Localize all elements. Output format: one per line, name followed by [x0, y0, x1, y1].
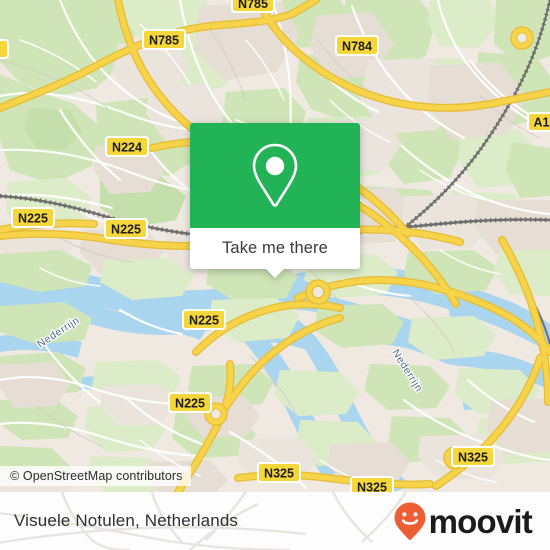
svg-text:N785: N785: [149, 34, 179, 48]
callout-action-area[interactable]: Take me there: [190, 228, 360, 278]
road-shield-n225-centre: N225: [182, 309, 226, 330]
take-me-there-label: Take me there: [222, 239, 328, 257]
road-shield-n225-south: N225: [168, 392, 212, 413]
take-me-there-callout[interactable]: Take me there: [190, 123, 360, 278]
bottom-info-bar: Visuele Notulen, Netherlands moovit: [0, 492, 550, 550]
road-shield-a12: A12: [527, 112, 550, 132]
road-shield-left-clipped: 4: [0, 39, 9, 59]
map-pin-icon: [252, 143, 298, 207]
callout-icon-area: [190, 123, 360, 228]
osm-attribution-text: © OpenStreetMap contributors: [10, 469, 183, 483]
moovit-brand-logo[interactable]: moovit: [393, 501, 533, 541]
svg-text:N325: N325: [357, 481, 387, 493]
road-shield-n224: N224: [105, 136, 149, 157]
road-shield-n325-mid: N325: [350, 476, 394, 493]
road-shield-n785-top: N785: [231, 0, 275, 13]
svg-text:N225: N225: [175, 397, 205, 411]
road-shield-n325-east: N325: [451, 446, 495, 467]
road-shield-n325-west: N325: [257, 462, 301, 483]
svg-text:N325: N325: [264, 467, 294, 481]
moovit-map-screenshot: .g1 { fill:#cfe5b8; } .g2 { fill:#dcecc8…: [0, 0, 550, 550]
svg-text:N785: N785: [238, 0, 268, 11]
svg-text:N225: N225: [18, 212, 48, 226]
road-shield-n785: N785: [142, 29, 186, 50]
place-name-label: Visuele Notulen, Netherlands: [14, 511, 239, 530]
moovit-wordmark: moovit: [428, 502, 533, 540]
svg-text:N784: N784: [342, 40, 372, 54]
svg-text:N225: N225: [111, 223, 141, 237]
road-shield-n784: N784: [335, 35, 379, 56]
svg-text:N325: N325: [458, 451, 488, 465]
callout-pointer: [265, 268, 285, 278]
road-shield-n225-west: N225: [11, 207, 55, 228]
svg-text:N225: N225: [189, 314, 219, 328]
svg-text:N224: N224: [112, 141, 142, 155]
svg-text:A12: A12: [534, 116, 550, 130]
road-shield-n225-mid: N225: [104, 218, 148, 239]
osm-attribution[interactable]: © OpenStreetMap contributors: [0, 466, 191, 486]
moovit-smile-pin-icon: [394, 502, 426, 540]
